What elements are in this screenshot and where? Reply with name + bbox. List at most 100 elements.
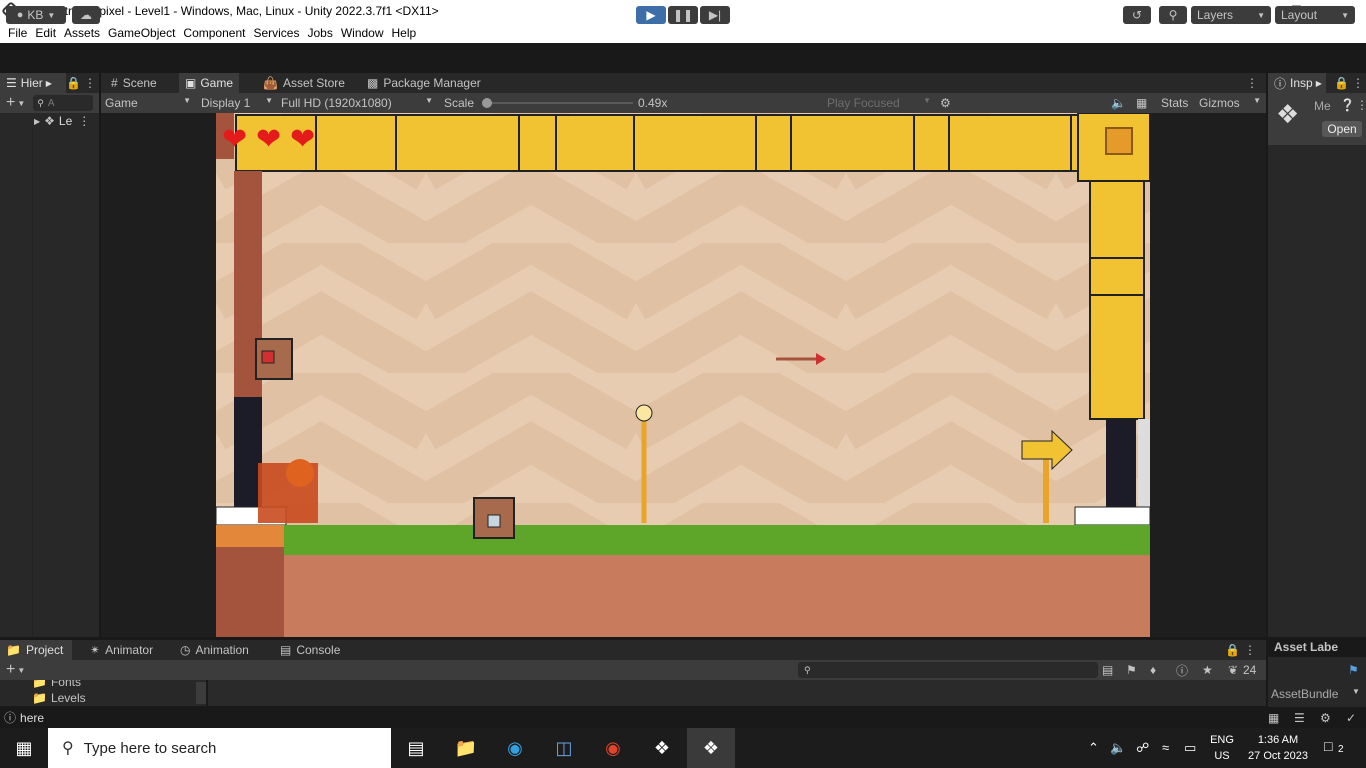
history-button[interactable]: ↺ — [1123, 6, 1151, 24]
clock[interactable]: 1:36 AM 27 Oct 2023 — [1242, 732, 1314, 764]
search-button[interactable]: ⚲ — [1159, 6, 1187, 24]
more-icon[interactable]: ⋮ — [1246, 76, 1258, 90]
play-focused-dropdown[interactable]: Play Focused ▼ — [827, 96, 931, 110]
hidden-icon[interactable]: ❦ — [1228, 663, 1238, 677]
tag-icon[interactable]: ⚑ — [1348, 663, 1359, 677]
tab-hierarchy[interactable]: ☰ Hier ▶ — [0, 73, 66, 93]
menu-file[interactable]: File — [8, 26, 27, 40]
unity-editor-button[interactable]: ❖ — [687, 728, 735, 768]
add-icon[interactable]: + — [6, 661, 15, 679]
pause-button[interactable]: ❚❚ — [668, 6, 698, 24]
step-button[interactable]: ▶| — [700, 6, 730, 24]
scale-slider[interactable] — [482, 98, 633, 108]
alert-icon[interactable]: ⓘ — [1176, 662, 1188, 679]
tab-game[interactable]: ▣ Game — [179, 73, 240, 93]
chevron-right-icon: ▶ — [34, 116, 41, 126]
lock-icon[interactable]: 🔒 — [1334, 76, 1349, 90]
hierarchy-toolbar: + ▼ ⚲ A — [0, 93, 99, 113]
windows-start-button[interactable]: ▦ — [0, 728, 48, 768]
device-icon[interactable]: ☍ — [1136, 740, 1149, 756]
cloud-button[interactable]: ☁ — [72, 6, 100, 24]
lock-icon[interactable]: 🔒 — [1225, 643, 1240, 657]
unity-hub-icon: ❖ — [653, 737, 671, 758]
gamepad-icon: ▣ — [185, 76, 197, 90]
view-dropdown[interactable]: Game ▼ — [105, 96, 191, 110]
more-icon[interactable]: ⋮ — [1244, 643, 1256, 657]
more-icon[interactable]: ⋮ — [78, 114, 90, 128]
layers-dropdown[interactable]: Layers ▼ — [1191, 6, 1271, 24]
tab-asset-store[interactable]: 👜 Asset Store — [257, 73, 351, 93]
debug-icon[interactable]: ⚙ — [1320, 711, 1331, 725]
unity-hub-button[interactable]: ❖ — [638, 728, 686, 768]
battery-icon[interactable]: ▭ — [1184, 740, 1196, 756]
menu-window[interactable]: Window — [341, 26, 384, 40]
lock-icon[interactable]: 🔒 — [66, 76, 81, 90]
list-item[interactable]: 📁 Levels — [32, 691, 86, 705]
more-icon[interactable]: ⋮ — [84, 76, 96, 90]
pause-icon: ❚❚ — [672, 8, 694, 22]
notifications-button[interactable]: □ 2 — [1324, 738, 1346, 758]
app-button[interactable]: ◫ — [540, 728, 588, 768]
edge-button[interactable]: ◉ — [491, 728, 539, 768]
label-icon[interactable]: ♦ — [1150, 663, 1156, 677]
play-button[interactable]: ▶ — [636, 6, 666, 24]
grid-layout-icon[interactable]: ▦ — [1136, 96, 1147, 110]
wifi-icon[interactable]: ≈ — [1162, 740, 1169, 755]
scrollbar[interactable] — [196, 682, 206, 704]
tab-project[interactable]: 📁 Project — [0, 640, 72, 660]
hierarchy-search[interactable]: ⚲ A — [33, 95, 94, 111]
resolution-dropdown[interactable]: Full HD (1920x1080) ▼ — [281, 96, 433, 110]
open-button[interactable]: Open — [1322, 121, 1362, 137]
stats-button[interactable]: Stats — [1161, 96, 1188, 110]
type-filter-icon[interactable]: ⚑ — [1126, 663, 1137, 677]
tab-console[interactable]: ▤ Console — [274, 640, 346, 660]
taskbar-search[interactable]: ⚲ Type here to search — [48, 728, 391, 768]
gizmos-dropdown[interactable]: Gizmos ▼ — [1199, 96, 1261, 110]
asset-bundle-label: AssetBundle — [1271, 687, 1339, 701]
chevron-down-icon[interactable]: ▼ — [1352, 687, 1360, 696]
speaker-icon[interactable]: 🔈 — [1110, 740, 1126, 756]
help-icon[interactable]: ❔ — [1340, 98, 1355, 112]
filter-icon[interactable]: ▤ — [1102, 663, 1113, 677]
display-dropdown[interactable]: Display 1 ▼ — [201, 96, 273, 110]
menu-jobs[interactable]: Jobs — [307, 26, 332, 40]
add-icon[interactable]: + — [6, 94, 15, 112]
tab-animation[interactable]: ◷ Animation — [174, 640, 255, 660]
step-icon: ▶| — [708, 8, 722, 22]
tab-animation-label: Animation — [195, 643, 249, 657]
more-icon[interactable]: ⋮ — [1352, 76, 1364, 90]
tab-inspector[interactable]: ⓘ Insp ▶ — [1268, 73, 1326, 93]
menu-component[interactable]: Component — [183, 26, 245, 40]
hidden-count: 24 — [1243, 663, 1257, 677]
list-item[interactable]: 📁 Fonts — [32, 680, 81, 689]
tab-scene[interactable]: # Scene — [105, 73, 163, 93]
file-explorer-button[interactable]: 📁 — [442, 728, 490, 768]
more-icon[interactable]: ⋮ — [1356, 98, 1366, 112]
game-view[interactable]: ❤ ❤ ❤ — [101, 113, 1266, 637]
menu-edit[interactable]: Edit — [35, 26, 56, 40]
menu-assets[interactable]: Assets — [64, 26, 100, 40]
notification-icon: □ — [1324, 738, 1333, 754]
layout-dropdown[interactable]: Layout ▼ — [1275, 6, 1355, 24]
tab-animator[interactable]: ✴ Animator — [84, 640, 159, 660]
tray-chevron-icon[interactable]: ⌃ — [1088, 740, 1099, 756]
layers-icon[interactable]: ☰ — [1294, 711, 1305, 725]
tab-package-manager[interactable]: ▩ Package Manager — [361, 73, 487, 93]
account-dropdown[interactable]: ● KB ▼ — [6, 6, 66, 24]
bug-icon[interactable]: ⚙ — [940, 96, 951, 110]
task-view-button[interactable]: ▤ — [392, 728, 440, 768]
audio-icon[interactable]: 🔈 — [1111, 96, 1126, 110]
menu-gameobject[interactable]: GameObject — [108, 26, 175, 40]
menu-services[interactable]: Services — [253, 26, 299, 40]
chevron-down-icon: ▼ — [1341, 10, 1349, 20]
chrome-button[interactable]: ◉ — [589, 728, 637, 768]
hierarchy-row[interactable]: ▶ ❖ Le ⋮ — [0, 113, 99, 129]
scale-slider-handle[interactable] — [482, 98, 492, 108]
check-icon[interactable]: ✓ — [1346, 711, 1356, 725]
menu-help[interactable]: Help — [392, 26, 417, 40]
star-icon[interactable]: ★ — [1202, 663, 1213, 677]
language-indicator[interactable]: ENG US — [1206, 732, 1238, 764]
project-search[interactable]: ⚲ — [798, 662, 1098, 678]
svg-text:❤: ❤ — [256, 123, 281, 156]
progress-icon[interactable]: ▦ — [1268, 711, 1279, 725]
